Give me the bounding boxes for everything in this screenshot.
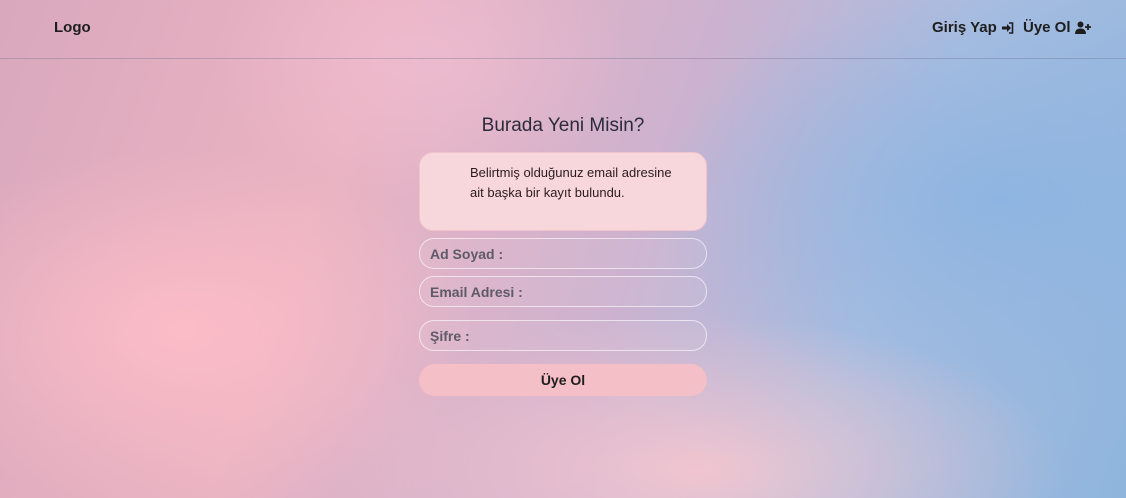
register-label: Üye Ol <box>1023 19 1071 36</box>
email-field[interactable] <box>419 276 707 307</box>
page-title: Burada Yeni Misin? <box>481 115 645 136</box>
name-field[interactable] <box>419 238 707 269</box>
register-button[interactable]: Üye Ol <box>419 364 707 396</box>
password-field[interactable] <box>419 320 707 351</box>
sign-in-icon <box>1001 21 1014 34</box>
logo[interactable]: Logo <box>54 19 91 36</box>
login-link[interactable]: Giriş Yap <box>932 19 1014 36</box>
register-link[interactable]: Üye Ol <box>1023 19 1091 36</box>
user-plus-icon <box>1074 21 1091 34</box>
navbar: Logo Giriş Yap Üye Ol <box>0 0 1126 59</box>
error-alert: Belirtmiş olduğunuz email adresine ait b… <box>419 152 707 231</box>
login-label: Giriş Yap <box>932 19 997 36</box>
